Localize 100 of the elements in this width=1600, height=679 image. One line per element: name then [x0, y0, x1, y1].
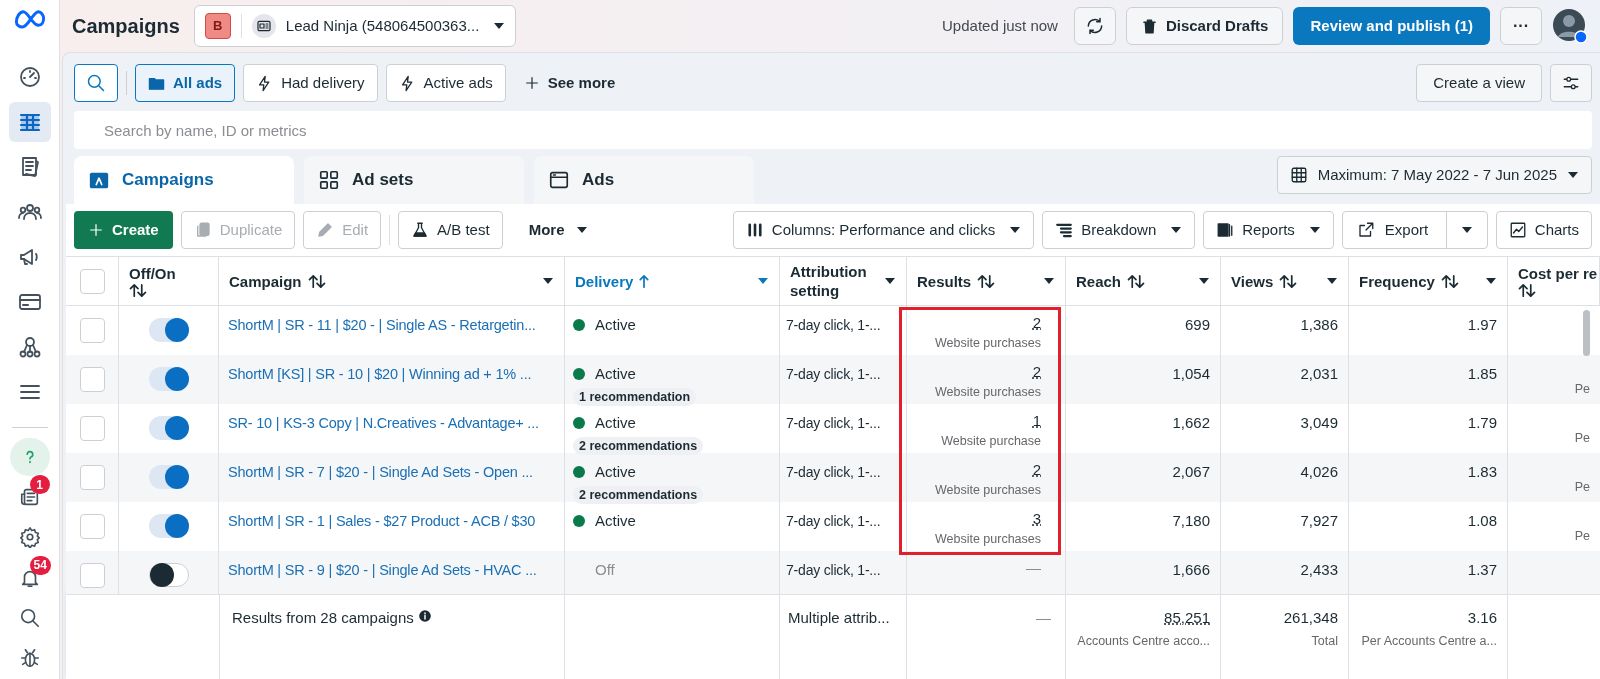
see-more-button[interactable]: See more: [513, 64, 626, 102]
sidebar-item[interactable]: [8, 102, 51, 143]
delivery-status: Active: [595, 315, 636, 335]
on-off-toggle[interactable]: [148, 416, 189, 440]
column-header[interactable]: Attribution setting: [780, 257, 907, 305]
table-cell: 7-day click, 1-...: [786, 464, 881, 480]
column-header[interactable]: Frequency: [1349, 257, 1508, 305]
column-header[interactable]: Campaign: [219, 257, 565, 305]
row-checkbox[interactable]: [79, 416, 105, 441]
refresh-button[interactable]: [1073, 7, 1116, 45]
sort-icon: [1518, 283, 1536, 298]
column-header[interactable]: Delivery: [565, 257, 780, 305]
result-label: Website purchase: [941, 433, 1041, 449]
grid-icon: [318, 169, 340, 191]
table-cell: 2,067: [1172, 463, 1210, 480]
toolbar-button[interactable]: A/B test: [398, 211, 503, 249]
campaign-link[interactable]: ShortM [KS] | SR - 10 | $20 | Winning ad + 1% ...: [228, 366, 532, 382]
export-split-button[interactable]: Export: [1341, 211, 1488, 249]
row-checkbox[interactable]: [79, 367, 105, 392]
table-cell-text: 261,348: [1283, 608, 1338, 628]
sort-icon: [1440, 273, 1459, 289]
infinity-logo-icon[interactable]: [12, 8, 47, 29]
dropdown-button[interactable]: Breakdown: [1042, 211, 1196, 249]
delivery-status: Active: [595, 413, 636, 433]
row-checkbox[interactable]: [79, 514, 105, 539]
result-value: 2: [1032, 314, 1041, 332]
result-label: Website purchases: [934, 482, 1041, 498]
create-button[interactable]: Create: [74, 211, 173, 249]
table-cell: 7-day click, 1-...: [786, 513, 881, 529]
filter-chip[interactable]: Active ads: [385, 64, 506, 102]
recommendation-badge[interactable]: 1 recommendation: [573, 387, 697, 406]
tab[interactable]: Campaigns: [74, 156, 294, 204]
row-checkbox[interactable]: [79, 563, 105, 588]
table-cell: 1,666: [1172, 561, 1210, 578]
create-view-button[interactable]: Create a view: [1416, 64, 1542, 102]
sort-icon: [129, 283, 147, 298]
search-field[interactable]: Search by name, ID or metrics: [74, 111, 1592, 149]
table-cell: 7,180: [1172, 512, 1210, 529]
on-off-toggle[interactable]: [148, 318, 189, 342]
discard-drafts-button[interactable]: Discard Drafts: [1125, 7, 1284, 45]
table-cell: 3,049: [1300, 414, 1338, 431]
campaign-link[interactable]: ShortM | SR - 7 | $20 - | Single Ad Sets - Open ...: [228, 464, 533, 480]
on-off-toggle[interactable]: [148, 514, 189, 538]
search-icon: [18, 606, 41, 629]
info-icon: [417, 609, 432, 623]
sort-icon: [977, 273, 996, 289]
more-options-button[interactable]: ···: [1500, 7, 1542, 45]
column-header[interactable]: Off/On: [119, 257, 219, 305]
avatar-icon[interactable]: [1552, 8, 1588, 44]
on-off-toggle[interactable]: [148, 367, 189, 391]
tab[interactable]: Ad sets: [304, 156, 524, 204]
column-header[interactable]: Reach: [1066, 257, 1221, 305]
column-header[interactable]: Cost per re: [1508, 257, 1600, 305]
page-title: Campaigns: [72, 14, 180, 39]
row-checkbox[interactable]: [79, 465, 105, 490]
settings-icon: [18, 526, 41, 549]
caret-icon: [1567, 171, 1579, 179]
result-value: 2: [1032, 363, 1041, 381]
campaign-link[interactable]: SR- 10 | KS-3 Copy | N.Creatives - Advantage+ ...: [228, 415, 539, 431]
plus-icon: [88, 222, 104, 238]
on-off-toggle[interactable]: [148, 563, 189, 587]
table-cell: 699: [1184, 316, 1210, 333]
campaign-link[interactable]: ShortM | SR - 9 | $20 - | Single Ad Sets - HVAC ...: [228, 562, 537, 578]
campaign-link[interactable]: ShortM | SR - 1 | Sales - $27 Product - ACB / $30: [228, 513, 536, 529]
table-cell: Pe: [1574, 382, 1590, 396]
column-header[interactable]: Views: [1221, 257, 1349, 305]
table-cell: Pe: [1574, 431, 1590, 445]
sort-up-icon: [639, 273, 650, 289]
toolbar-button[interactable]: Charts: [1495, 211, 1592, 249]
publish-button[interactable]: Review and publish (1): [1293, 7, 1490, 45]
table-cell: 1,662: [1172, 414, 1210, 431]
ad-account-icon: [251, 14, 276, 38]
filter-chip[interactable]: All ads: [135, 64, 236, 102]
column-header[interactable]: Results: [907, 257, 1066, 305]
filter-chip[interactable]: Had delivery: [243, 64, 378, 102]
account-selector[interactable]: B Lead Ninja (548064500363...: [193, 5, 516, 47]
row-checkbox[interactable]: [79, 318, 105, 343]
chart-icon: [1508, 221, 1527, 239]
recommendation-badge[interactable]: 2 recommendations: [573, 485, 704, 504]
dropdown-button[interactable]: Columns: Performance and clicks: [732, 211, 1035, 249]
total-label: Per Accounts Centre a...: [1361, 632, 1497, 650]
results-summary: Results from 28 campaigns: [232, 608, 414, 628]
campaign-link[interactable]: ShortM | SR - 11 | $20 - | Single AS - Retargetin...: [228, 317, 536, 333]
caret-icon: [1326, 277, 1338, 285]
more-button[interactable]: More: [516, 211, 601, 249]
filter-settings-button[interactable]: [1550, 64, 1592, 102]
table-cell: 1,386: [1300, 316, 1338, 333]
recommendation-badge[interactable]: 2 recommendations: [573, 436, 704, 455]
date-range-button[interactable]: Maximum: 7 May 2022 - 7 Jun 2025: [1276, 156, 1592, 194]
select-all-checkbox[interactable]: [79, 268, 105, 294]
result-value: —: [1026, 559, 1041, 577]
export-icon: [1356, 221, 1375, 239]
dropdown-button[interactable]: Reports: [1203, 211, 1334, 249]
table-cell: 1,054: [1172, 365, 1210, 382]
on-off-toggle[interactable]: [148, 465, 189, 489]
scrollbar-thumb[interactable]: [1583, 310, 1590, 356]
sidebar-item[interactable]: 1: [9, 478, 50, 517]
tab[interactable]: Ads: [534, 156, 754, 204]
sidebar-item[interactable]: 54: [9, 558, 50, 597]
search-button[interactable]: [74, 64, 118, 102]
